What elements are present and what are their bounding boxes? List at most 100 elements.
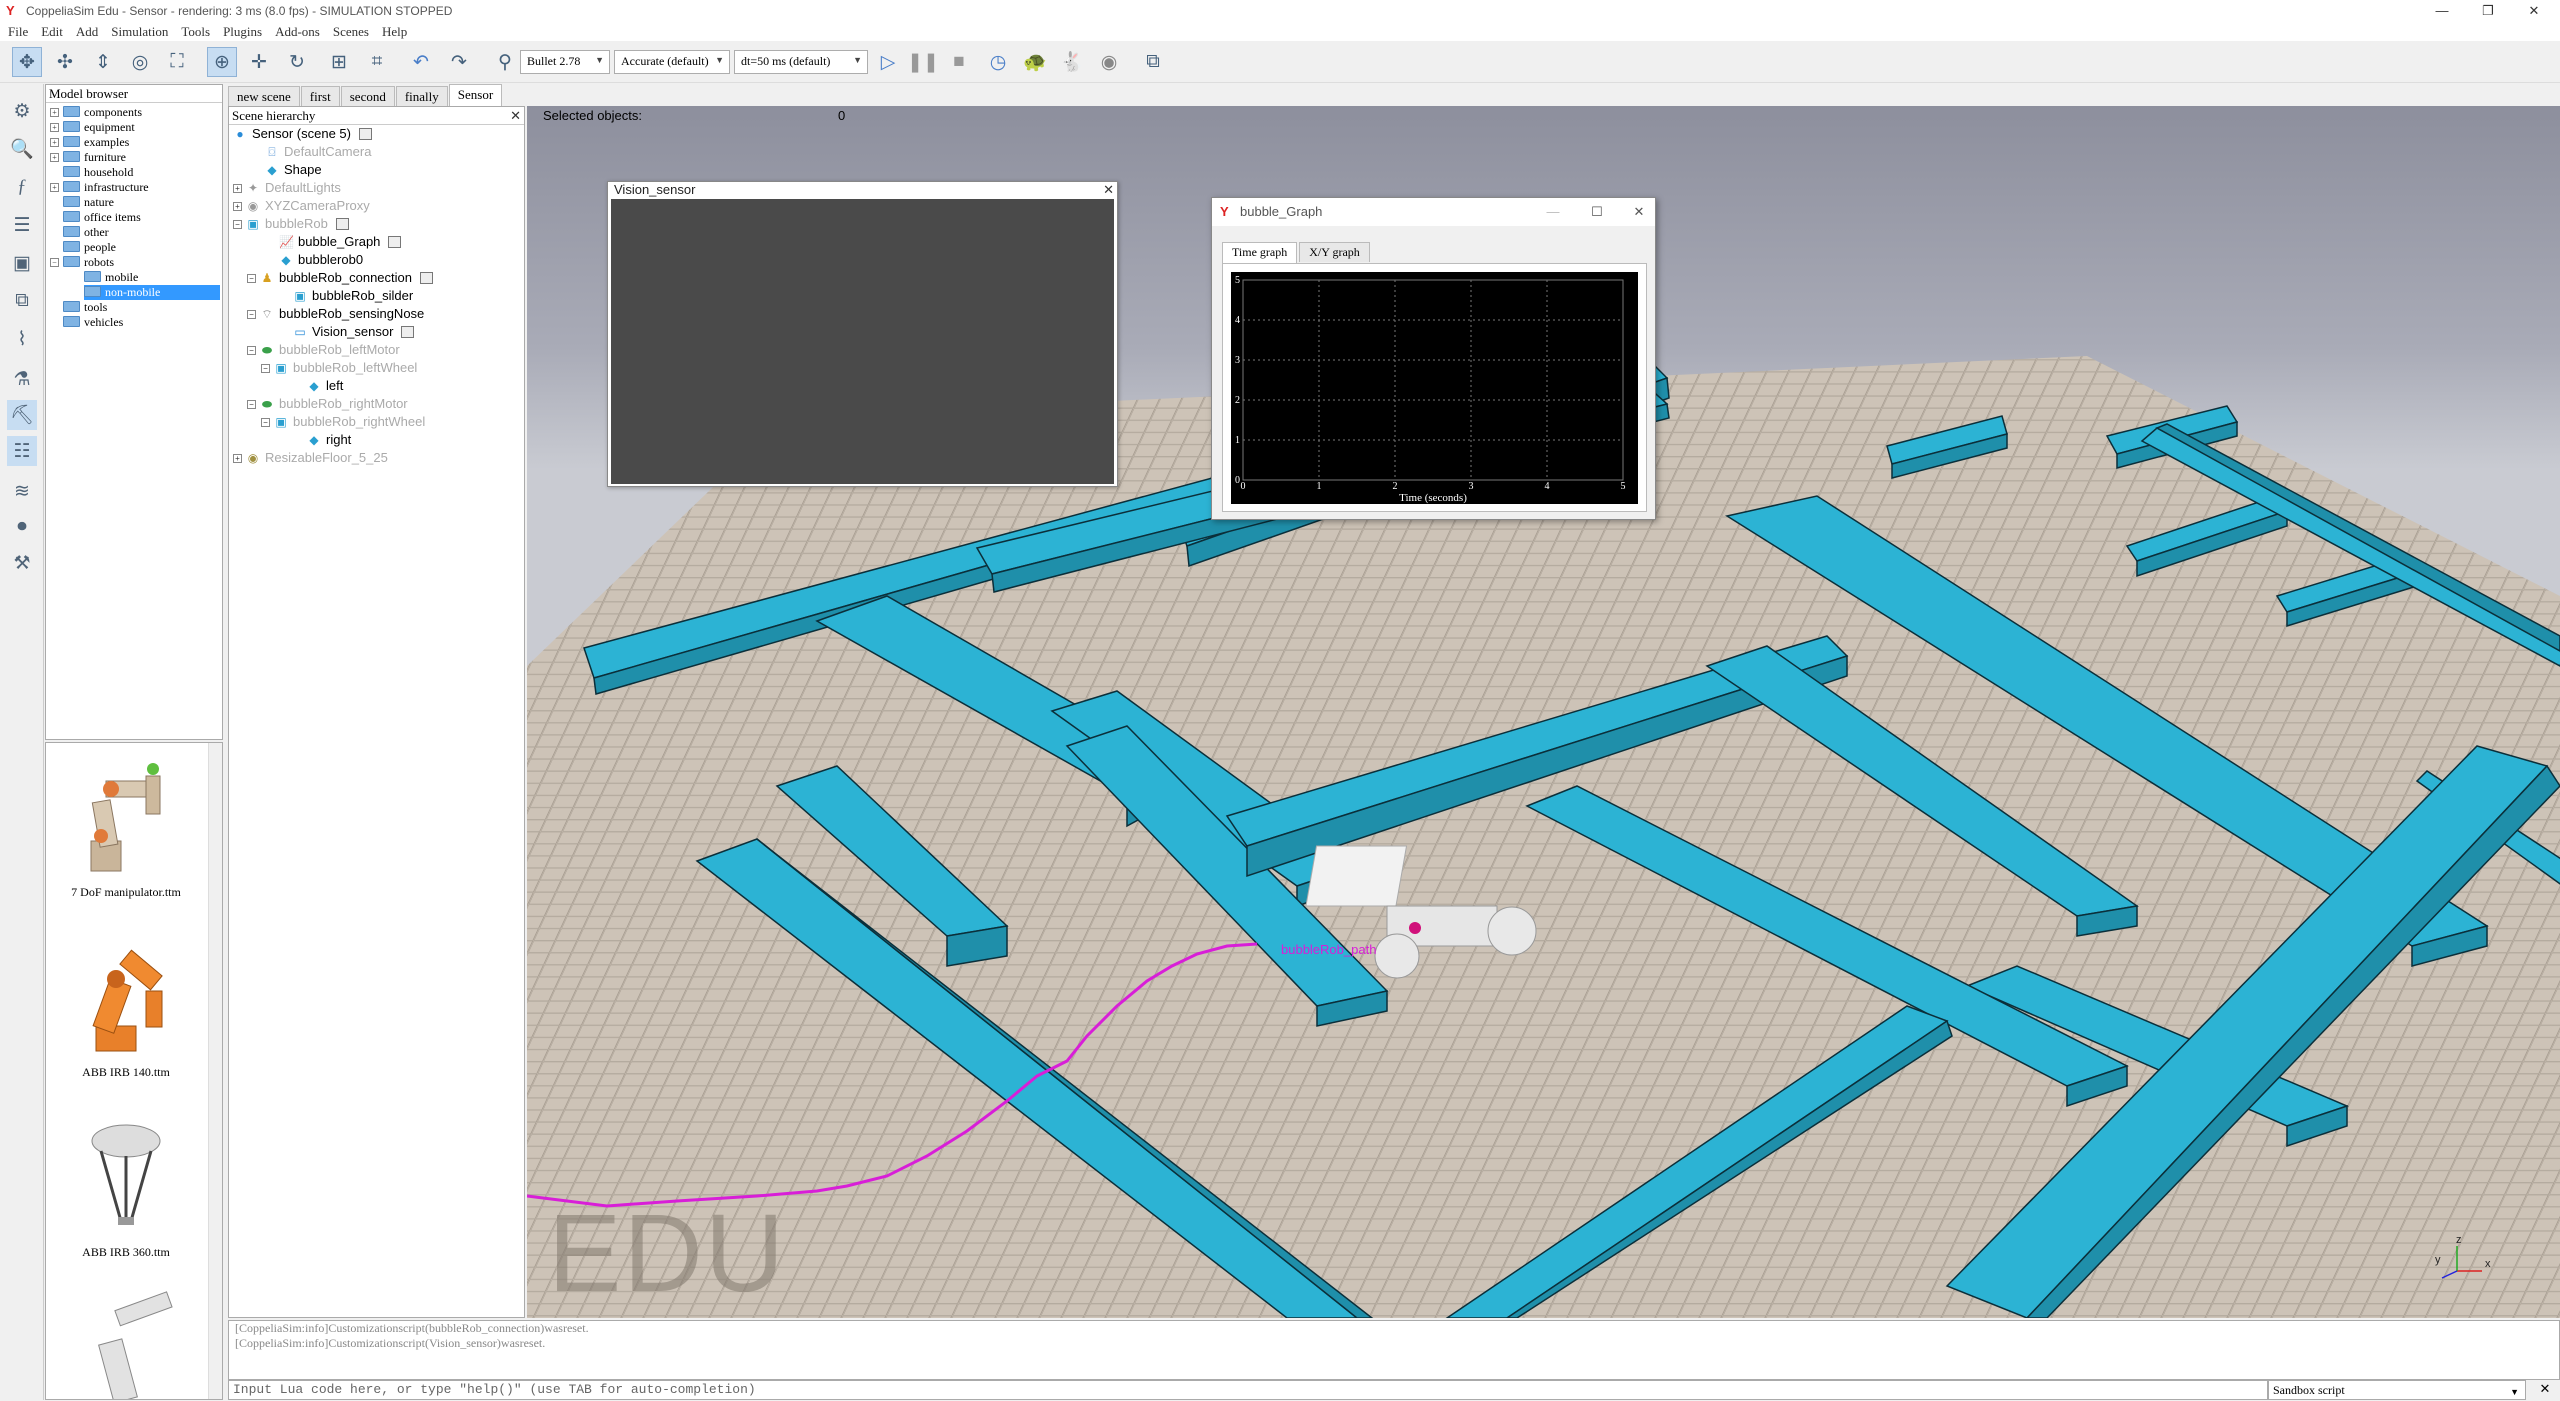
camera-angle-icon[interactable]: ◎ <box>125 47 155 77</box>
collapse-icon[interactable]: − <box>261 418 270 427</box>
hierarchy-row[interactable]: − ▣ bubbleRob_rightWheel <box>261 413 425 431</box>
menu-addons[interactable]: Add-ons <box>275 24 320 40</box>
tab-sensor[interactable]: Sensor <box>448 84 503 106</box>
properties-icon[interactable]: ☰ <box>7 210 37 240</box>
menu-edit[interactable]: Edit <box>41 24 63 40</box>
model-browser-toggle-icon[interactable]: ⛏ <box>7 400 37 430</box>
tree-item-nature[interactable]: nature <box>63 195 114 210</box>
transfer-dna-icon[interactable]: ⌗ <box>362 47 392 77</box>
object-shift-icon[interactable]: ✛ <box>244 47 274 77</box>
simulation-settings-icon[interactable]: ⚙ <box>7 96 37 126</box>
graph-window[interactable]: Y bubble_Graph — ☐ ✕ Time graph X/Y grap… <box>1211 197 1656 520</box>
tab-new-scene[interactable]: new scene <box>228 86 300 106</box>
model-thumbnail[interactable]: 7 DoF manipulator.ttm <box>46 751 206 900</box>
fit-view-icon[interactable]: ⛶ <box>162 47 192 77</box>
collapse-icon[interactable]: − <box>247 346 256 355</box>
close-icon[interactable]: ✕ <box>1624 198 1654 226</box>
script-icon[interactable] <box>401 326 415 338</box>
scene-hierarchy-toggle-icon[interactable]: ☷ <box>7 436 37 466</box>
menu-simulation[interactable]: Simulation <box>111 24 168 40</box>
undo-icon[interactable]: ↶ <box>406 47 436 77</box>
close-icon[interactable]: ✕ <box>2512 0 2556 22</box>
hierarchy-row[interactable]: ● Sensor (scene 5) <box>233 125 372 143</box>
tab-second[interactable]: second <box>340 86 395 106</box>
collapse-icon[interactable]: − <box>50 258 59 267</box>
assemble-icon[interactable]: ⊞ <box>324 47 354 77</box>
scene-toggle-icon[interactable]: ⧉ <box>1138 47 1168 77</box>
engine-select[interactable]: Bullet 2.78 ▼ <box>520 50 610 74</box>
script-icon[interactable] <box>388 236 402 248</box>
object-properties-icon[interactable]: ▣ <box>7 248 37 278</box>
tree-item-equipment[interactable]: + equipment <box>50 120 135 135</box>
hierarchy-row[interactable]: − ♟ bubbleRob_connection <box>247 269 433 287</box>
tree-item-components[interactable]: + components <box>50 105 142 120</box>
collections-icon[interactable]: ⚗ <box>7 364 37 394</box>
menu-help[interactable]: Help <box>382 24 407 40</box>
faster-icon[interactable]: 🐇 <box>1057 47 1087 77</box>
restore-icon[interactable]: ❐ <box>2466 0 2510 22</box>
hierarchy-row[interactable]: − ⬬ bubbleRob_rightMotor <box>247 395 408 413</box>
script-icon[interactable] <box>420 272 433 284</box>
pause-simulation-icon[interactable]: ❚❚ <box>907 47 939 77</box>
collapse-icon[interactable]: − <box>247 274 256 283</box>
tree-item-people[interactable]: people <box>63 240 116 255</box>
script-icon[interactable]: ƒ <box>7 172 37 202</box>
tab-first[interactable]: first <box>300 86 340 106</box>
lua-command-input[interactable]: Input Lua code here, or type "help()" (u… <box>228 1380 2268 1400</box>
tree-item-other[interactable]: other <box>63 225 109 240</box>
calculation-modules-icon[interactable]: ⧉ <box>7 286 37 316</box>
expand-icon[interactable]: + <box>233 202 242 211</box>
physics-engine-icon[interactable]: ⚲ <box>490 47 520 77</box>
hierarchy-row[interactable]: 📈 bubble_Graph <box>279 233 402 251</box>
tab-finally[interactable]: finally <box>395 86 448 106</box>
script-icon[interactable] <box>359 128 372 140</box>
minimize-icon[interactable]: — <box>1538 198 1568 226</box>
menu-scenes[interactable]: Scenes <box>333 24 369 40</box>
realtime-icon[interactable]: ◷ <box>983 47 1013 77</box>
hierarchy-row[interactable]: − ⌔ bubbleRob_sensingNose <box>247 305 424 323</box>
expand-icon[interactable]: + <box>50 108 59 117</box>
user-settings-icon[interactable]: ⚒ <box>7 548 37 578</box>
collapse-icon[interactable]: − <box>247 310 256 319</box>
tree-item-examples[interactable]: + examples <box>50 135 129 150</box>
tree-item-household[interactable]: household <box>63 165 133 180</box>
close-icon[interactable]: ✕ <box>2530 1380 2560 1400</box>
accuracy-select[interactable]: Accurate (default) ▼ <box>614 50 730 74</box>
menu-plugins[interactable]: Plugins <box>223 24 262 40</box>
camera-rotate-icon[interactable]: ✣ <box>50 47 80 77</box>
camera-shift-icon[interactable]: ⇕ <box>88 47 118 77</box>
model-thumbnail[interactable] <box>46 1291 206 1399</box>
thumbnail-scrollbar[interactable] <box>208 743 222 1399</box>
hierarchy-row[interactable]: + ◉ XYZCameraProxy <box>233 197 370 215</box>
tree-item-furniture[interactable]: + furniture <box>50 150 126 165</box>
hierarchy-row[interactable]: ⌼ DefaultCamera <box>265 143 371 161</box>
tree-item-office-items[interactable]: office items <box>63 210 141 225</box>
script-selector[interactable]: Sandbox script ▼ <box>2268 1380 2526 1400</box>
object-rotate-icon[interactable]: ↻ <box>282 47 312 77</box>
model-thumbnail[interactable]: ABB IRB 360.ttm <box>46 1111 206 1260</box>
tab-time-graph[interactable]: Time graph <box>1222 242 1298 264</box>
thread-rendering-icon[interactable]: ◉ <box>1094 47 1124 77</box>
hierarchy-row[interactable]: − ▣ bubbleRob <box>233 215 349 233</box>
maximize-icon[interactable]: ☐ <box>1582 198 1612 226</box>
hierarchy-row[interactable]: ◆ bubblerob0 <box>279 251 363 269</box>
tree-item-vehicles[interactable]: vehicles <box>63 315 123 330</box>
expand-icon[interactable]: + <box>233 184 242 193</box>
tree-item-non-mobile[interactable]: non-mobile <box>84 285 220 300</box>
hierarchy-row[interactable]: − ⬬ bubbleRob_leftMotor <box>247 341 400 359</box>
expand-icon[interactable]: + <box>50 153 59 162</box>
script-icon[interactable] <box>335 218 349 230</box>
hierarchy-row[interactable]: − ▣ bubbleRob_leftWheel <box>261 359 417 377</box>
click-select-icon[interactable]: ⊕ <box>207 47 237 77</box>
expand-icon[interactable]: + <box>50 138 59 147</box>
search-icon[interactable]: 🔍 <box>7 134 37 164</box>
close-icon[interactable]: ✕ <box>1103 182 1114 198</box>
expand-icon[interactable]: + <box>50 183 59 192</box>
camera-pan-icon[interactable]: ✥ <box>12 47 42 77</box>
video-recorder-icon[interactable]: ⏺ <box>7 512 37 542</box>
tab-xy-graph[interactable]: X/Y graph <box>1299 242 1370 262</box>
hierarchy-row[interactable]: ▭ Vision_sensor <box>293 323 415 341</box>
expand-icon[interactable]: + <box>50 123 59 132</box>
vision-sensor-window[interactable]: Vision_sensor ✕ <box>607 181 1118 487</box>
start-simulation-icon[interactable]: ▷ <box>873 47 903 77</box>
